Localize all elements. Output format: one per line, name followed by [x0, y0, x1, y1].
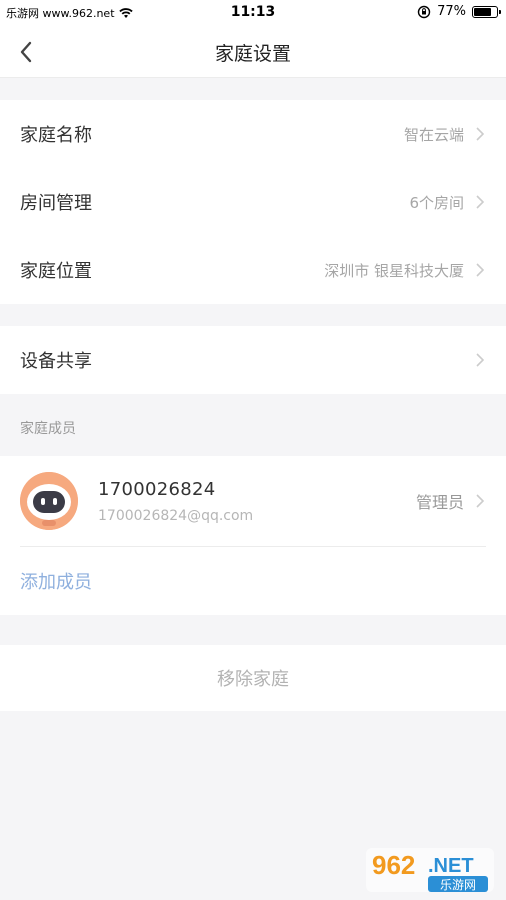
- chevron-right-icon: [476, 127, 485, 141]
- chevron-right-icon: [476, 494, 485, 508]
- room-management-row[interactable]: 房间管理 6个房间: [0, 168, 506, 236]
- avatar: [20, 472, 78, 530]
- member-name: 1700026824: [98, 478, 216, 500]
- row-value: 6个房间: [409, 193, 464, 212]
- members-header: 家庭成员: [20, 421, 76, 437]
- rotation-lock-icon: [417, 5, 431, 18]
- home-info-section: 家庭名称 智在云端 房间管理 6个房间 家庭位置 深圳市 银星科技大厦: [0, 100, 506, 304]
- page-title: 家庭设置: [214, 43, 291, 65]
- row-value: 智在云端: [403, 125, 464, 144]
- watermark-text: 乐游网: [440, 878, 476, 892]
- home-location-row[interactable]: 家庭位置 深圳市 银星科技大厦: [0, 236, 506, 304]
- member-email: 1700026824@qq.com: [98, 507, 254, 524]
- remove-home-button[interactable]: 移除家庭: [0, 645, 506, 711]
- member-info: 1700026824 1700026824@qq.com: [98, 479, 416, 524]
- row-label: 家庭名称: [20, 125, 92, 146]
- battery-fill: [474, 7, 491, 16]
- watermark-suffix: .NET: [428, 855, 474, 877]
- battery-icon: [472, 5, 501, 18]
- status-right: 77%: [417, 4, 501, 19]
- row-value: 深圳市 银星科技大厦: [324, 261, 464, 280]
- watermark-logo: 962 .NET 乐游网: [366, 848, 494, 892]
- battery-percent: 77%: [437, 4, 466, 19]
- row-label: 房间管理: [20, 193, 92, 214]
- device-share-section: 设备共享: [0, 326, 506, 394]
- add-member-button[interactable]: 添加成员: [0, 547, 506, 615]
- status-bar: 乐游网 www.962.net 11:13 77%: [0, 0, 506, 26]
- members-section: 1700026824 1700026824@qq.com 管理员 添加成员: [0, 456, 506, 615]
- member-role: 管理员: [415, 493, 464, 512]
- remove-home-section: 移除家庭: [0, 645, 506, 711]
- nav-bar: 家庭设置: [0, 26, 506, 78]
- row-label: 家庭位置: [20, 261, 92, 282]
- watermark-number: 962: [372, 850, 415, 880]
- device-share-row[interactable]: 设备共享: [0, 326, 506, 394]
- robot-avatar-icon: [20, 472, 78, 530]
- chevron-right-icon: [476, 195, 485, 209]
- row-label: 设备共享: [20, 351, 92, 372]
- home-name-row[interactable]: 家庭名称 智在云端: [0, 100, 506, 168]
- chevron-right-icon: [476, 263, 485, 277]
- chevron-right-icon: [476, 353, 485, 367]
- member-row[interactable]: 1700026824 1700026824@qq.com 管理员: [0, 456, 506, 546]
